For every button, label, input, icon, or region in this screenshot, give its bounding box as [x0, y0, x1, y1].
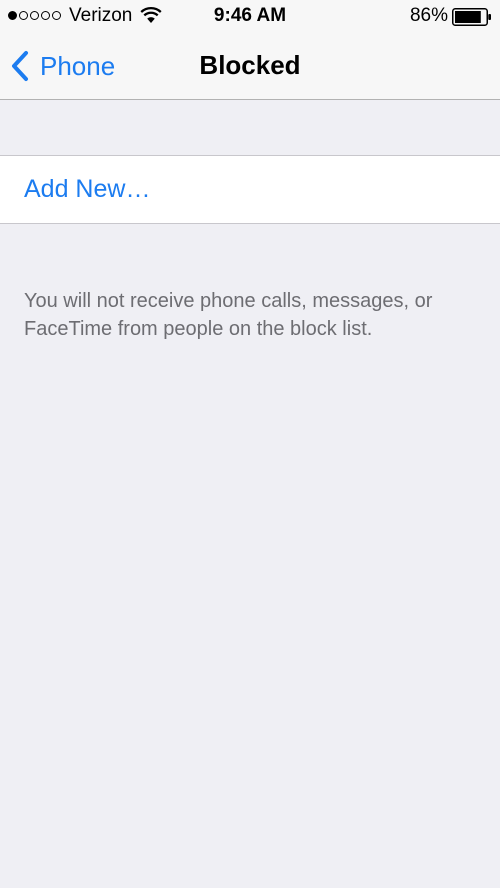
status-bar: Verizon 9:46 AM 86%: [0, 0, 500, 34]
add-new-button[interactable]: Add New…: [0, 155, 500, 224]
page-title: Blocked: [199, 50, 301, 80]
block-list-description: You will not receive phone calls, messag…: [24, 290, 433, 340]
battery-icon: [452, 8, 491, 26]
battery-percentage: 86%: [409, 5, 448, 26]
navigation-bar: Verizon 9:46 AM 86% Phone Blocked: [0, 0, 500, 100]
add-new-label: Add New…: [24, 175, 151, 203]
